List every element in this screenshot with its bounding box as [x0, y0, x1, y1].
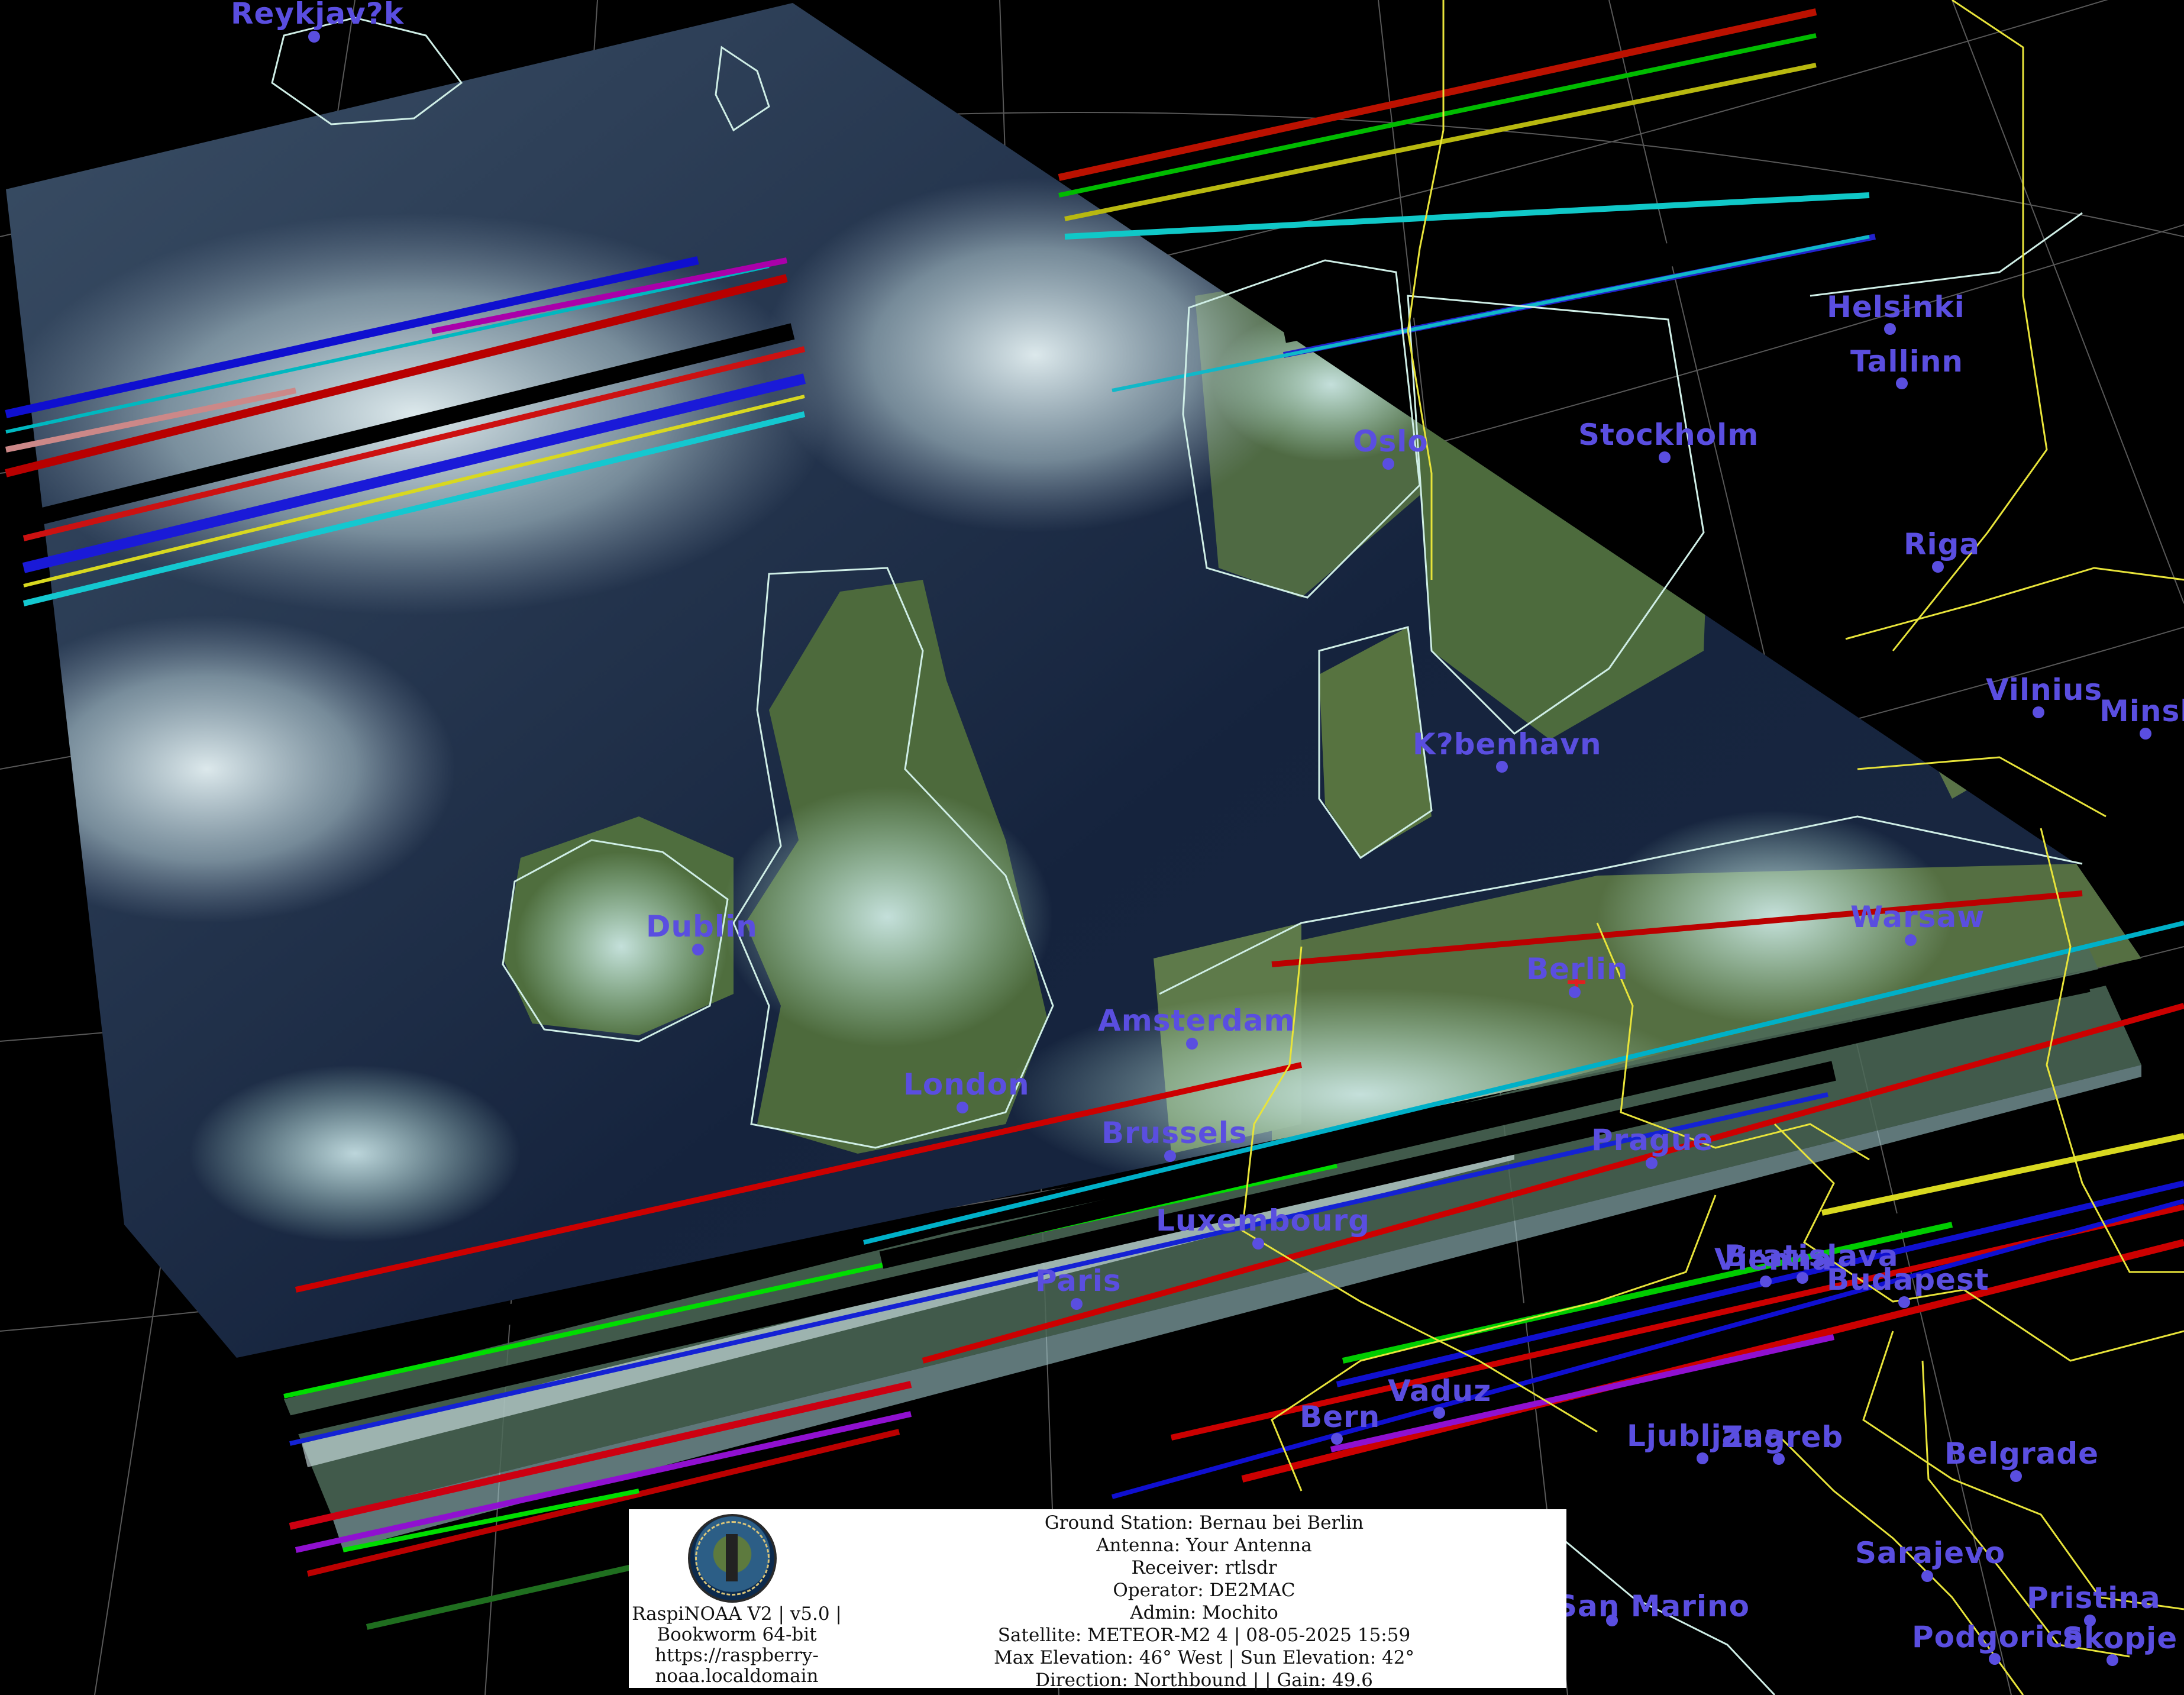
city-budapest: Budapest: [1827, 1263, 1989, 1308]
svg-text:Budapest: Budapest: [1827, 1263, 1989, 1297]
svg-text:Belgrade: Belgrade: [1944, 1436, 2099, 1471]
ground-station: Ground Station: Bernau bei Berlin: [1044, 1512, 1364, 1533]
svg-text:Podgorica: Podgorica: [1912, 1620, 2084, 1654]
svg-text:Brussels: Brussels: [1101, 1116, 1248, 1150]
svg-text:Prague: Prague: [1591, 1123, 1713, 1157]
city-helsinki: Helsinki: [1827, 290, 1965, 335]
svg-text:Zagreb: Zagreb: [1721, 1420, 1843, 1454]
svg-text:Paris: Paris: [1035, 1264, 1122, 1298]
city-minsk: Minsk: [2099, 694, 2184, 740]
receiver: Receiver: rtlsdr: [1131, 1557, 1277, 1578]
software-version: RaspiNOAA V2 | v5.0 |: [632, 1603, 842, 1625]
city-skopje: Skopje: [2062, 1621, 2177, 1666]
svg-text:K?benhavn: K?benhavn: [1413, 727, 1602, 761]
svg-text:Berlin: Berlin: [1526, 952, 1629, 986]
svg-text:London: London: [903, 1067, 1030, 1102]
raspinoaa-logo-icon: [688, 1514, 777, 1603]
antenna: Antenna: Your Antenna: [1096, 1535, 1312, 1556]
svg-text:Vilnius: Vilnius: [1986, 673, 2102, 707]
city-stockholm: Stockholm: [1578, 418, 1759, 463]
svg-text:Riga: Riga: [1904, 527, 1980, 561]
satellite-image: Reykjav?k Helsinki Tallinn Oslo Stockhol…: [0, 0, 2184, 1695]
pass-info: Ground Station: Bernau bei Berlin Antenn…: [848, 1512, 1561, 1691]
os-version: Bookworm 64-bit: [657, 1624, 817, 1645]
city-podgorica: Podgorica: [1912, 1620, 2084, 1665]
operator: Operator: DE2MAC: [1113, 1580, 1295, 1601]
url-line-1: https://raspberry-: [655, 1645, 819, 1666]
svg-text:Stockholm: Stockholm: [1578, 418, 1759, 452]
software-info: RaspiNOAA V2 | v5.0 | Bookworm 64-bit ht…: [629, 1604, 845, 1687]
svg-text:Tallinn: Tallinn: [1850, 344, 1963, 379]
city-riga: Riga: [1904, 527, 1980, 573]
svg-text:Bern: Bern: [1300, 1400, 1380, 1434]
svg-text:Amsterdam: Amsterdam: [1098, 1003, 1295, 1038]
svg-text:Luxembourg: Luxembourg: [1156, 1203, 1370, 1238]
ground-station-info-box: RaspiNOAA V2 | v5.0 | Bookworm 64-bit ht…: [629, 1509, 1566, 1691]
direction-gain: Direction: Northbound | | Gain: 49.6: [1035, 1670, 1373, 1691]
svg-text:Oslo: Oslo: [1353, 424, 1429, 459]
city-vilnius: Vilnius: [1986, 673, 2102, 718]
svg-text:Warsaw: Warsaw: [1850, 900, 1985, 934]
svg-text:Dublin: Dublin: [646, 909, 758, 944]
admin: Admin: Mochito: [1130, 1602, 1278, 1623]
elevation: Max Elevation: 46° West | Sun Elevation:…: [994, 1647, 1414, 1668]
url-line-2: noaa.localdomain: [655, 1665, 819, 1687]
svg-text:San Marino: San Marino: [1556, 1589, 1750, 1623]
satellite: Satellite: METEOR-M2 4 | 08-05-2025 15:5…: [997, 1625, 1411, 1646]
city-vaduz: Vaduz: [1388, 1374, 1491, 1419]
city-san-marino: San Marino: [1556, 1589, 1750, 1626]
city-reykjavik: Reykjav?k: [231, 0, 405, 43]
svg-text:Helsinki: Helsinki: [1827, 290, 1965, 324]
city-zagreb: Zagreb: [1721, 1420, 1843, 1465]
city-tallinn: Tallinn: [1850, 344, 1963, 389]
svg-text:Pristina: Pristina: [2027, 1581, 2161, 1615]
svg-text:Skopje: Skopje: [2062, 1621, 2177, 1655]
city-belgrade: Belgrade: [1944, 1436, 2099, 1482]
svg-text:Vaduz: Vaduz: [1388, 1374, 1491, 1408]
svg-text:Reykjav?k: Reykjav?k: [231, 0, 405, 31]
svg-text:Sarajevo: Sarajevo: [1855, 1536, 2005, 1570]
svg-text:Minsk: Minsk: [2099, 694, 2184, 728]
city-bern: Bern: [1300, 1400, 1380, 1445]
